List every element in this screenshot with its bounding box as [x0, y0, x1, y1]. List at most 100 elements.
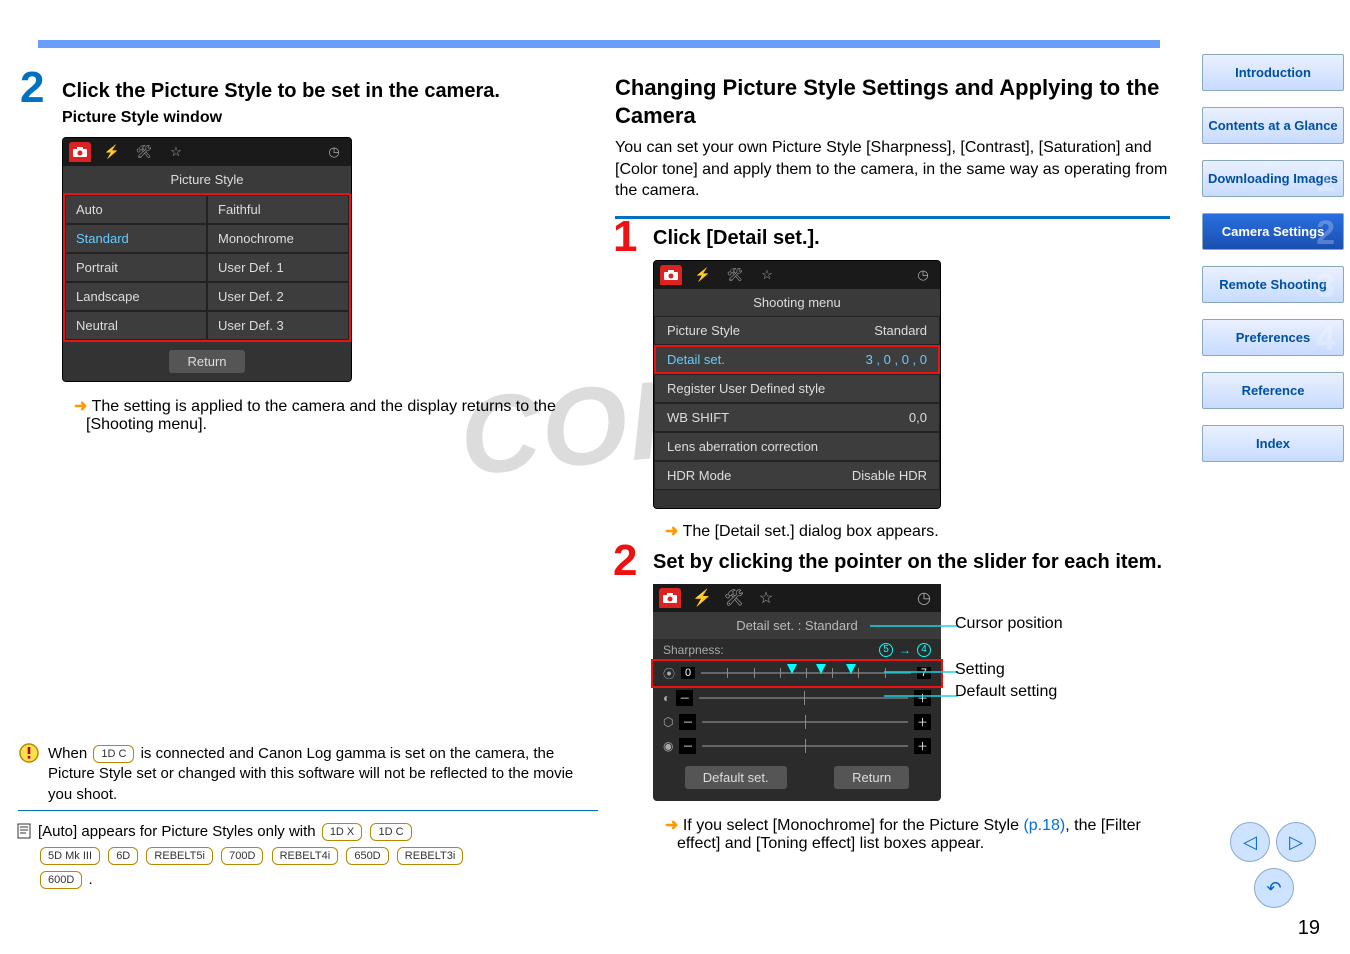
colortone-slider[interactable]: ◉ － ＋ [653, 734, 941, 758]
camera-tab-icon[interactable] [69, 142, 91, 162]
sidebar: Introduction Contents at a Glance Downlo… [1202, 54, 1344, 478]
left-arrow-note: ➜ The setting is applied to the camera a… [74, 396, 600, 434]
prev-page-button[interactable]: ◁ [1230, 822, 1270, 862]
ps-standard[interactable]: Standard [65, 224, 207, 253]
picture-style-window-label: Picture Style window [62, 109, 600, 127]
flash-tab-icon-2[interactable]: ⚡ [692, 265, 714, 285]
sidebar-introduction[interactable]: Introduction [1202, 54, 1344, 91]
flash-tab-icon-3[interactable]: ⚡ [691, 588, 713, 608]
sidebar-item-label: Preferences [1236, 330, 1310, 345]
chip-rebelt3i: REBELT3i [397, 847, 464, 865]
clock-tab-icon-2[interactable]: ◷ [912, 265, 934, 285]
camera-tab-icon-3[interactable] [659, 588, 681, 608]
detail-set-window: ⚡ 🛠 ☆ ◷ Detail set. : Standard Sharpness… [653, 584, 941, 801]
picture-style-window: ⚡ 🛠 ☆ ◷ Picture Style Auto Faithful Stan… [62, 137, 352, 382]
sharpness-icon: ⦿ [663, 665, 675, 682]
tools-tab-icon-2[interactable]: 🛠 [724, 265, 746, 285]
menu-spacer [654, 490, 940, 508]
sidebar-item-label: Contents at a Glance [1208, 118, 1337, 133]
ps-neutral[interactable]: Neutral [65, 311, 207, 340]
menu-lens-aberration[interactable]: Lens aberration correction [654, 432, 940, 461]
sharpness-slider[interactable]: ⦿ 0 7 [653, 661, 941, 686]
ps-userdef1[interactable]: User Def. 1 [207, 253, 349, 282]
return-button[interactable]: Return [169, 350, 244, 373]
window-tabs: ⚡ 🛠 ☆ ◷ [63, 138, 351, 166]
return-button-2[interactable]: Return [834, 766, 909, 789]
right-arrow-note-1: ➜ The [Detail set.] dialog box appears. [665, 521, 1170, 541]
shooting-menu-window: ⚡ 🛠 ☆ ◷ Shooting menu Picture StyleStand… [653, 260, 941, 509]
sidebar-item-label: Camera Settings [1222, 224, 1325, 239]
detail-set-title: Detail set. : Standard [653, 612, 941, 639]
menu-detail-value: 3 , 0 , 0 , 0 [866, 352, 927, 367]
menu-register-label: Register User Defined style [667, 381, 825, 396]
shooting-menu-title: Shooting menu [654, 289, 940, 316]
menu-register-user[interactable]: Register User Defined style [654, 374, 940, 403]
contrast-track[interactable] [699, 697, 908, 699]
sharp-cursor-marker: 5 [879, 643, 893, 657]
star-tab-icon-2[interactable]: ☆ [756, 265, 778, 285]
sidebar-camera-settings[interactable]: Camera Settings2 [1202, 213, 1344, 250]
chip-650d: 650D [346, 847, 388, 865]
page-number: 19 [1298, 917, 1320, 940]
menu-wb-label: WB SHIFT [667, 410, 729, 425]
ps-userdef3[interactable]: User Def. 3 [207, 311, 349, 340]
clock-tab-icon[interactable]: ◷ [323, 142, 345, 162]
sidebar-index[interactable]: Index [1202, 425, 1344, 462]
ps-auto[interactable]: Auto [65, 195, 207, 224]
ps-landscape[interactable]: Landscape [65, 282, 207, 311]
ps-faithful[interactable]: Faithful [207, 195, 349, 224]
colortone-track[interactable] [702, 745, 908, 747]
sidebar-preferences[interactable]: Preferences4 [1202, 319, 1344, 356]
nav-arrows: ◁ ▷ [1230, 822, 1316, 862]
top-rule [38, 40, 1160, 48]
contrast-icon: ◐ [663, 691, 670, 705]
star-tab-icon-3[interactable]: ☆ [755, 588, 777, 608]
window-tabs-2: ⚡ 🛠 ☆ ◷ [654, 261, 940, 289]
chip-600d: 600D [40, 871, 82, 889]
sidebar-reference[interactable]: Reference [1202, 372, 1344, 409]
ps-monochrome[interactable]: Monochrome [207, 224, 349, 253]
sat-lo: － [679, 714, 696, 730]
step-1-number: 1 [613, 219, 637, 254]
chip-rebelt5i: REBELT5i [146, 847, 213, 865]
menu-ps-value: Standard [874, 323, 927, 338]
sat-hi: ＋ [914, 714, 931, 730]
flash-tab-icon[interactable]: ⚡ [101, 142, 123, 162]
ps-portrait[interactable]: Portrait [65, 253, 207, 282]
sidebar-item-label: Introduction [1235, 65, 1311, 80]
star-tab-icon[interactable]: ☆ [165, 142, 187, 162]
menu-picture-style[interactable]: Picture StyleStandard [654, 316, 940, 345]
sidebar-item-label: Reference [1242, 383, 1305, 398]
chip-1dc: 1D C [370, 823, 411, 841]
arrow-icon: ➜ [74, 398, 87, 415]
sharpness-track[interactable] [701, 672, 911, 674]
clock-tab-icon-3[interactable]: ◷ [913, 588, 935, 608]
sharp-default-marker: 4 [917, 643, 931, 657]
footnote-post: . [88, 871, 92, 888]
tools-tab-icon-3[interactable]: 🛠 [723, 588, 745, 608]
sidebar-downloading[interactable]: Downloading Images1 [1202, 160, 1344, 197]
back-icon: ↶ [1254, 868, 1294, 908]
sidebar-ghost-num: 2 [1316, 214, 1335, 253]
chip-1dc-warning: 1D C [93, 745, 134, 763]
saturation-slider[interactable]: ⬡ － ＋ [653, 710, 941, 734]
next-page-button[interactable]: ▷ [1276, 822, 1316, 862]
contrast-slider[interactable]: ◐ － ＋ [653, 686, 941, 710]
note-icon [16, 822, 34, 840]
page-link-18[interactable]: (p.18) [1023, 817, 1065, 834]
tools-tab-icon[interactable]: 🛠 [133, 142, 155, 162]
warning-icon [18, 742, 40, 764]
menu-wb-shift[interactable]: WB SHIFT0,0 [654, 403, 940, 432]
menu-hdr[interactable]: HDR ModeDisable HDR [654, 461, 940, 490]
sidebar-remote-shooting[interactable]: Remote Shooting3 [1202, 266, 1344, 303]
camera-tab-icon-2[interactable] [660, 265, 682, 285]
ps-userdef2[interactable]: User Def. 2 [207, 282, 349, 311]
step-2-heading-right: Set by clicking the pointer on the slide… [653, 549, 1170, 574]
saturation-track[interactable] [702, 721, 908, 723]
right-arrow-note-1-text: The [Detail set.] dialog box appears. [683, 523, 939, 540]
menu-detail-set[interactable]: Detail set.3 , 0 , 0 , 0 [654, 345, 940, 374]
warning-pre: When [48, 745, 91, 762]
default-set-button[interactable]: Default set. [685, 766, 787, 789]
sidebar-contents[interactable]: Contents at a Glance [1202, 107, 1344, 144]
nav-back-button[interactable]: ↶ [1254, 868, 1294, 908]
